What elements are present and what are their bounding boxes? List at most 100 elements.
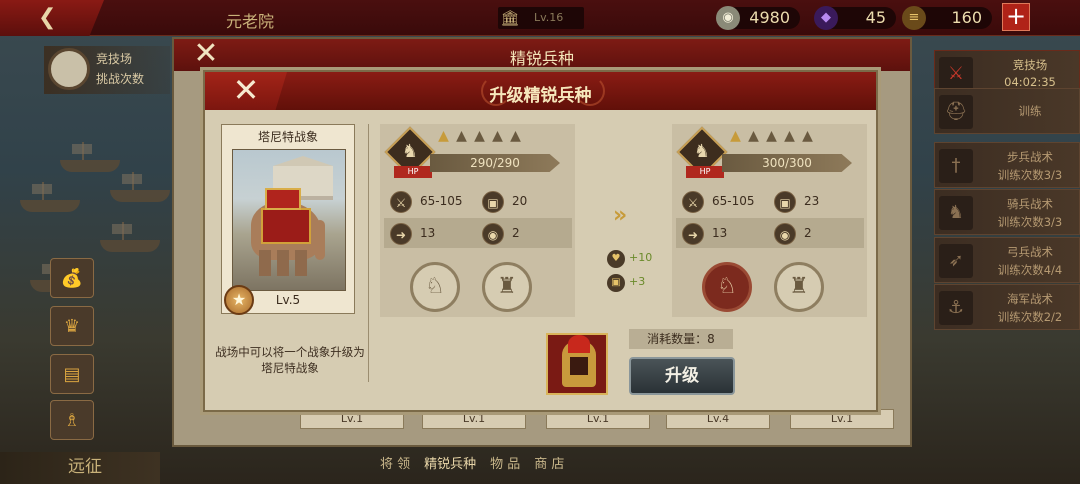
helmet-star-icon: ▲ (438, 128, 449, 144)
bow-icon: ➶ (939, 244, 973, 278)
right-card-cavalry[interactable]: ♞ 骑兵战术 训练次数3/3 (934, 189, 1080, 235)
arena-shortcut[interactable]: 竞技场 挑战次数 (44, 46, 170, 94)
crown-icon[interactable]: ♛ (50, 306, 94, 346)
hp-row: ♞ HP ▲ ▲ ▲ ▲ ▲ 300/300 (672, 124, 867, 180)
coin-icon: ◉ (716, 6, 740, 30)
food-counter: ≡ 160 (902, 6, 992, 30)
cost-unit-portrait (546, 333, 608, 395)
top-bar: ❮ 元老院 🏛 Lv.16 ◉ 4980 ◆ 45 ≡ 160 + (0, 0, 1080, 36)
tab-generals[interactable]: 将 领 (380, 453, 410, 472)
ship-decoration (20, 182, 80, 212)
unit-level-chip[interactable]: Lv.4 (666, 409, 770, 429)
right-card-timer: 04:02:35 (1004, 75, 1056, 89)
trophy-icon[interactable]: ♗ (50, 400, 94, 440)
right-card-title: 海军战术 (1007, 292, 1053, 306)
close-dialog-button[interactable]: ✕ (205, 72, 287, 110)
right-card-title: 骑兵战术 (1007, 197, 1053, 211)
hp-bar: 290/290 (430, 154, 560, 172)
right-card-title: 竞技场 (1012, 58, 1048, 72)
right-card-count: 训练次数3/3 (997, 168, 1063, 182)
unit-level-chip[interactable]: Lv.1 (546, 409, 650, 429)
back-arrow-icon: ❮ (38, 5, 57, 30)
helmet-star-icon: ▲ (784, 128, 795, 144)
unit-level-chip[interactable]: Lv.1 (422, 409, 526, 429)
arena-label: 竞技场 (96, 52, 133, 66)
skill-elephant-icon[interactable]: ♜ (482, 262, 532, 312)
horse-icon: ♞ (939, 196, 973, 230)
unit-level-chip[interactable]: Lv.1 (790, 409, 894, 429)
helmet-star-icon: ▲ (802, 128, 813, 144)
stat-row: ➜ 13 ◉ 2 (384, 218, 572, 248)
tab-items[interactable]: 物 品 (490, 453, 520, 472)
attack-stat: ⚔ 65-105 (682, 189, 755, 213)
skill-charge-icon[interactable]: ♘ (410, 262, 460, 312)
ship-decoration (60, 142, 120, 172)
range-stat: ◉ 2 (774, 221, 812, 245)
boot-icon: ➜ (682, 222, 704, 245)
unit-level-chip[interactable]: Lv.1 (300, 409, 404, 429)
arena-emblem-icon (48, 48, 90, 90)
hp-row: ♞ HP ▲ ▲ ▲ ▲ ▲ 290/290 (380, 124, 575, 180)
helmet-star-icon: ▲ (492, 128, 503, 144)
attack-icon: ⚔ (390, 190, 412, 213)
unit-description: 战场中可以将一个战象升级为塔尼特战象 (215, 345, 365, 375)
gold-value: 4980 (749, 8, 790, 27)
skill-charge-icon[interactable]: ♘ (702, 262, 752, 312)
heart-icon: ♥ (607, 250, 625, 268)
defense-stat: ▣ 20 (482, 189, 527, 213)
right-card-count: 训练次数3/3 (997, 215, 1063, 229)
sword-icon: † (939, 149, 973, 183)
elite-units-header: ✕ 精锐兵种 (174, 39, 910, 71)
shield-icon: ▣ (482, 190, 504, 213)
right-card-title: 训练 (1018, 104, 1042, 118)
right-card-infantry[interactable]: † 步兵战术 训练次数3/3 (934, 142, 1080, 188)
level-text: Lv.16 (534, 11, 564, 24)
right-card-archer[interactable]: ➶ 弓兵战术 训练次数4/4 (934, 237, 1080, 283)
helmet-star-icon: ▲ (474, 128, 485, 144)
eye-icon: ◉ (482, 222, 504, 245)
bottom-tabs: 将 领 精锐兵种 物 品 商 店 (380, 452, 720, 472)
upgrade-button[interactable]: 升级 (629, 357, 735, 395)
gem-icon: ◆ (814, 6, 838, 30)
anchor-icon: ⚓ (939, 291, 973, 325)
level-display: 🏛 Lv.16 (498, 7, 584, 29)
arena-challenge-label: 挑战次数 (96, 72, 145, 86)
add-resource-button[interactable]: + (1002, 3, 1030, 31)
food-value: 160 (951, 8, 982, 27)
skill-elephant-icon[interactable]: ♜ (774, 262, 824, 312)
defense-stat: ▣ 23 (774, 189, 819, 213)
helmet-star-icon: ▲ (748, 128, 759, 144)
ship-decoration (110, 172, 170, 202)
right-card-navy[interactable]: ⚓ 海军战术 训练次数2/2 (934, 284, 1080, 330)
helmet-star-icon: ▲ (456, 128, 467, 144)
gem-value: 45 (865, 8, 886, 27)
range-stat: ◉ 2 (482, 221, 520, 245)
tab-shop[interactable]: 商 店 (534, 453, 564, 472)
stat-row: ⚔ 65-105 ▣ 23 (676, 186, 864, 216)
expedition-button[interactable]: 远征 (0, 452, 160, 484)
attack-icon: ⚔ (682, 190, 704, 213)
unit-card: 塔尼特战象 Lv.5 ★ (221, 124, 355, 315)
current-stats: ♞ HP ▲ ▲ ▲ ▲ ▲ 290/290 ⚔ 65-105 ▣ 20 ➜ 13 ◉… (380, 124, 575, 317)
tab-elite-units[interactable]: 精锐兵种 (424, 453, 476, 472)
star-helmets: ▲ ▲ ▲ ▲ ▲ (728, 126, 828, 148)
gem-counter: ◆ 45 (814, 6, 896, 30)
stat-row: ➜ 13 ◉ 2 (676, 218, 864, 248)
upgrade-elite-dialog: 升级精锐兵种 ✕ 塔尼特战象 Lv.5 ★ 战场中可以将一个战象升级为塔尼特战象… (203, 70, 878, 412)
elephant-unit-image (232, 149, 346, 291)
next-stats: ♞ HP ▲ ▲ ▲ ▲ ▲ 300/300 ⚔ 65-105 ▣ 23 ➜ 13 ◉… (672, 124, 867, 317)
star-helmets: ▲ ▲ ▲ ▲ ▲ (436, 126, 536, 148)
attack-stat: ⚔ 65-105 (390, 189, 463, 213)
screen-title: 元老院 (225, 12, 274, 31)
speed-stat: ➜ 13 (390, 221, 435, 245)
crossed-swords-icon: ⚔ (939, 57, 973, 91)
right-card-count: 训练次数4/4 (997, 263, 1063, 277)
dialog-header: 升级精锐兵种 ✕ (205, 72, 876, 110)
money-bag-icon[interactable]: 💰 (50, 258, 94, 298)
chevron-right-icon: » (613, 203, 628, 228)
right-card-training[interactable]: ⛑ 训练 (934, 88, 1080, 134)
chest-icon[interactable]: ▤ (50, 354, 94, 394)
back-button[interactable]: ❮ (0, 0, 104, 36)
right-card-title: 步兵战术 (1007, 150, 1053, 164)
star-rank-icon: ★ (224, 285, 254, 315)
